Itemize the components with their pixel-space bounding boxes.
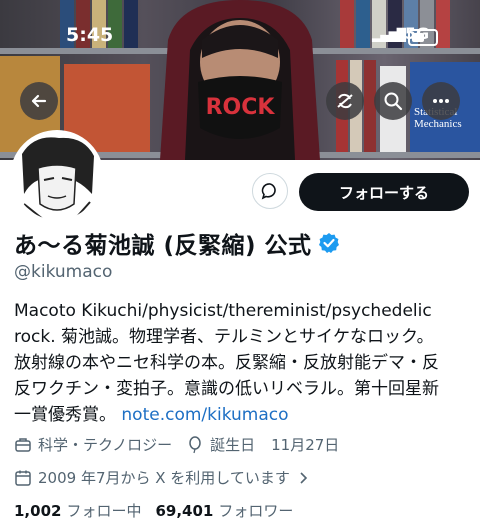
followers-label: フォロワー xyxy=(218,502,294,520)
display-name: あ〜る菊池誠 (反緊縮) 公式 xyxy=(14,233,312,259)
search-button[interactable] xyxy=(374,82,412,120)
book-title: Mechanics xyxy=(414,118,462,130)
joined-text: 2009 年7月から X を利用しています xyxy=(38,469,290,487)
meta-joined[interactable]: 2009 年7月から X を利用しています xyxy=(14,467,316,488)
message-button[interactable] xyxy=(252,173,288,209)
bio-line: rock. 菊池誠。物理学者、テルミンとサイケなロック。 xyxy=(14,327,434,347)
birthday-label: 誕生日 xyxy=(210,436,256,454)
verified-badge-icon[interactable] xyxy=(318,232,340,254)
bio: Macoto Kikuchi/physicist/thereminist/psy… xyxy=(14,298,474,428)
followers-count: 69,401 xyxy=(155,502,214,520)
book xyxy=(356,0,370,48)
book xyxy=(340,0,354,48)
follow-button[interactable]: フォローする xyxy=(299,173,469,211)
bio-line: 一賞優秀賞。 note.com/kikumaco xyxy=(14,402,474,428)
bio-link[interactable]: note.com/kikumaco xyxy=(121,405,288,425)
chevron-right-icon xyxy=(300,471,307,484)
profile-name-row: あ〜る菊池誠 (反緊縮) 公式 xyxy=(14,226,340,260)
following-count-link[interactable]: 1,002 フォロー中 xyxy=(14,500,141,521)
bio-line: 反ワクチン・変拍子。意識の低いリベラル。第十回星新 xyxy=(14,379,439,399)
follow-counts: 1,002 フォロー中 69,401 フォロワー xyxy=(14,500,293,521)
balloon-icon xyxy=(189,435,201,453)
refresh-icon xyxy=(337,93,353,109)
avatar-illustration xyxy=(14,134,100,220)
briefcase-icon xyxy=(15,437,31,452)
handle: @kikumaco xyxy=(14,262,113,282)
back-button[interactable] xyxy=(20,82,58,120)
book xyxy=(124,0,138,48)
calendar-icon xyxy=(15,470,31,486)
search-icon xyxy=(384,92,403,111)
birthday-value: 11月27日 xyxy=(271,436,340,454)
more-button[interactable] xyxy=(422,82,460,120)
category-label: 科学・テクノロジー xyxy=(38,436,173,454)
bio-line-text: 一賞優秀賞。 xyxy=(14,405,116,425)
arrow-left-icon xyxy=(31,94,47,108)
following-count: 1,002 xyxy=(14,502,62,520)
meta-category-birthday: 科学・テクノロジー 誕生日 11月27日 xyxy=(14,434,339,455)
bio-line: Macoto Kikuchi/physicist/thereminist/psy… xyxy=(14,301,432,321)
refresh-button[interactable] xyxy=(326,82,364,120)
following-label: フォロー中 xyxy=(66,502,142,520)
followers-count-link[interactable]: 69,401 フォロワー xyxy=(155,500,293,521)
book xyxy=(436,0,450,48)
more-icon xyxy=(433,99,449,103)
person-photo: ROCK xyxy=(160,0,320,160)
bio-line: 放射線の本やニセ科学の本。反緊縮・反放射能デマ・反 xyxy=(14,353,439,373)
avatar[interactable] xyxy=(10,130,104,224)
svg-text:ROCK: ROCK xyxy=(206,95,276,120)
status-time: 5:45 xyxy=(66,24,114,46)
battery-icon xyxy=(408,29,438,46)
message-icon xyxy=(261,183,276,200)
